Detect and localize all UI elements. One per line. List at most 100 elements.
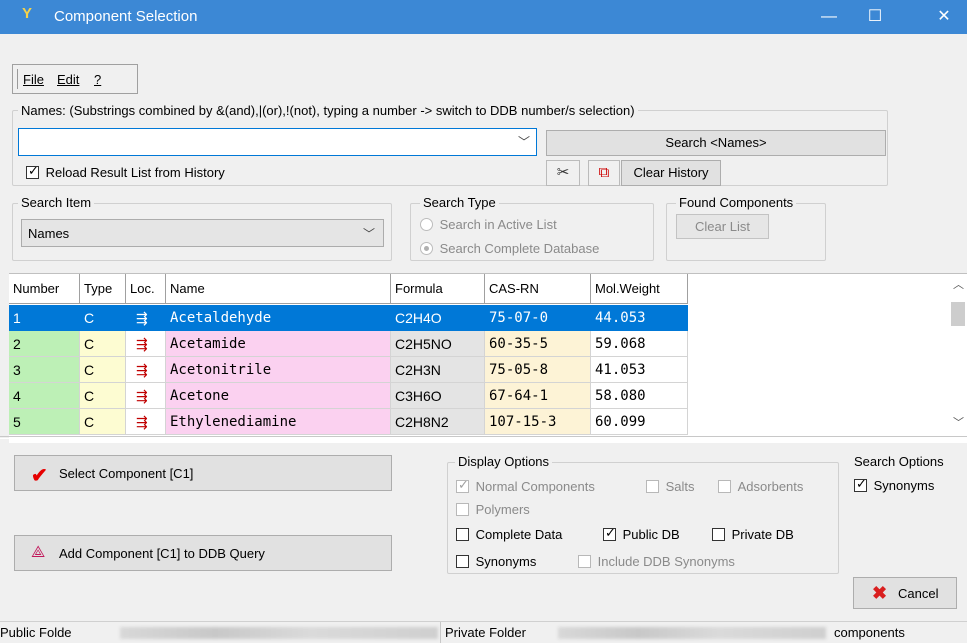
radio-circle[interactable] [420,218,433,231]
radio-circle[interactable] [420,242,433,255]
names-label: Names: (Substrings combined by &(and),|(… [18,103,638,118]
add-component-button[interactable]: ⟁ Add Component [C1] to DDB Query [14,535,392,571]
cell-type: C [80,383,126,409]
maximize-button[interactable]: ☐ [852,0,898,34]
chevron-down-icon[interactable]: ﹀ [363,225,375,242]
status-divider [440,622,441,643]
col-header-cas[interactable]: CAS-RN [485,274,591,304]
private-folder-path [558,627,826,639]
radio-active-list-label: Search in Active List [439,217,557,232]
location-icon: ⇶ [126,305,166,331]
title-bar: Y Component Selection — ☐ ✕ [0,0,967,34]
cancel-x-icon: ✖ [872,583,888,603]
checkbox-box[interactable] [456,503,469,516]
names-input[interactable]: ﹀ [18,128,537,156]
components-count-label: components [834,625,905,640]
scroll-up-icon[interactable]: ︿ [953,276,964,292]
checkbox-box[interactable] [718,480,731,493]
checkbox-box[interactable]: ✓ [854,476,867,492]
add-component-label: Add Component [C1] to DDB Query [59,546,265,561]
radio-active-list[interactable]: Search in Active List [420,217,557,232]
clear-history-button[interactable]: Clear History [621,160,721,186]
checkbox-box[interactable] [456,528,469,541]
menu-file[interactable]: File [23,72,44,87]
cell-name: Acetone [166,383,391,409]
normal-components-checkbox[interactable]: ✓ Normal Components [456,477,595,494]
cell-name: Acetaldehyde [166,305,391,331]
col-header-type[interactable]: Type [80,274,126,304]
public-folder-label: Public Folde [0,625,72,640]
cell-number: 4 [9,383,80,409]
col-header-name[interactable]: Name [166,274,391,304]
reload-history-checkbox[interactable]: ✓ Reload Result List from History [26,163,225,180]
search-item-label: Search Item [18,195,95,210]
cell-cas: 60-35-5 [485,331,591,357]
history-icon-button[interactable]: ⧉ [588,160,620,186]
results-table: Number Type Loc. Name Formula CAS-RN Mol… [9,273,967,443]
close-button[interactable]: ✕ [921,0,967,34]
checkbox-box[interactable] [646,480,659,493]
synonyms-display-checkbox[interactable]: Synonyms [456,554,536,569]
adsorbents-checkbox[interactable]: Adsorbents [718,479,803,494]
polymers-checkbox[interactable]: Polymers [456,502,530,517]
synonyms-search-checkbox[interactable]: ✓ Synonyms [854,476,935,493]
history-icon: ⧉ [598,164,610,181]
menu-edit[interactable]: Edit [57,72,79,87]
minimize-button[interactable]: — [806,0,852,34]
chevron-down-icon[interactable]: ﹀ [518,133,530,150]
cell-type: C [80,331,126,357]
search-names-button[interactable]: Search <Names> [546,130,886,156]
checkbox-box[interactable] [712,528,725,541]
cell-mw: 41.053 [591,357,688,383]
cell-cas: 75-05-8 [485,357,591,383]
public-db-checkbox[interactable]: ✓ Public DB [603,525,680,542]
checkbox-box[interactable]: ✓ [456,477,469,493]
complete-data-label: Complete Data [475,527,563,542]
private-db-checkbox[interactable]: Private DB [712,527,794,542]
splitter[interactable] [0,436,967,439]
public-folder-path [120,627,438,639]
scroll-thumb[interactable] [951,302,965,326]
tool-icon-button[interactable]: ✂ [546,160,580,186]
table-row[interactable]: 1 C ⇶ Acetaldehyde C2H4O 75-07-0 44.053 [9,305,689,331]
table-row[interactable]: 5 C ⇶ Ethylenediamine C2H8N2 107-15-3 60.099 [9,409,689,435]
normal-components-label: Normal Components [475,479,595,494]
cell-formula: C2H8N2 [391,409,485,435]
select-component-label: Select Component [C1] [59,466,194,481]
col-header-loc[interactable]: Loc. [126,274,166,304]
include-ddb-synonyms-checkbox[interactable]: Include DDB Synonyms [578,554,735,569]
synonyms-search-label: Synonyms [873,478,935,493]
checkbox-box[interactable] [456,555,469,568]
checkbox-box[interactable]: ✓ [26,163,39,179]
found-components-label: Found Components [676,195,797,210]
cell-mw: 44.053 [591,305,688,331]
table-row[interactable]: 3 C ⇶ Acetonitrile C2H3N 75-05-8 41.053 [9,357,689,383]
checkmark-icon: ✔ [31,465,48,487]
cell-formula: C3H6O [391,383,485,409]
table-row[interactable]: 2 C ⇶ Acetamide C2H5NO 60-35-5 59.068 [9,331,689,357]
cancel-button[interactable]: ✖ Cancel [853,577,957,609]
table-row[interactable]: 4 C ⇶ Acetone C3H6O 67-64-1 58.080 [9,383,689,409]
col-header-formula[interactable]: Formula [391,274,485,304]
radio-complete-database[interactable]: Search Complete Database [420,241,599,256]
checkbox-box[interactable] [578,555,591,568]
search-item-select[interactable]: Names ﹀ [21,219,384,247]
complete-data-checkbox[interactable]: Complete Data [456,527,562,542]
scroll-down-icon[interactable]: ﹀ [953,414,964,430]
cell-type: C [80,409,126,435]
checkbox-box[interactable]: ✓ [603,525,616,541]
col-header-molweight[interactable]: Mol.Weight [591,274,688,304]
select-component-button[interactable]: ✔ Select Component [C1] [14,455,392,491]
scrollbar[interactable]: ︿ ﹀ [949,274,967,434]
cell-cas: 67-64-1 [485,383,591,409]
cell-type: C [80,357,126,383]
cell-formula: C2H4O [391,305,485,331]
menu-grip [17,69,18,89]
clear-list-button[interactable]: Clear List [676,214,769,239]
salts-checkbox[interactable]: Salts [646,479,695,494]
col-header-number[interactable]: Number [9,274,80,304]
polymers-label: Polymers [475,502,530,517]
menu-help[interactable]: ? [94,72,101,87]
salts-label: Salts [665,479,695,494]
cell-formula: C2H5NO [391,331,485,357]
